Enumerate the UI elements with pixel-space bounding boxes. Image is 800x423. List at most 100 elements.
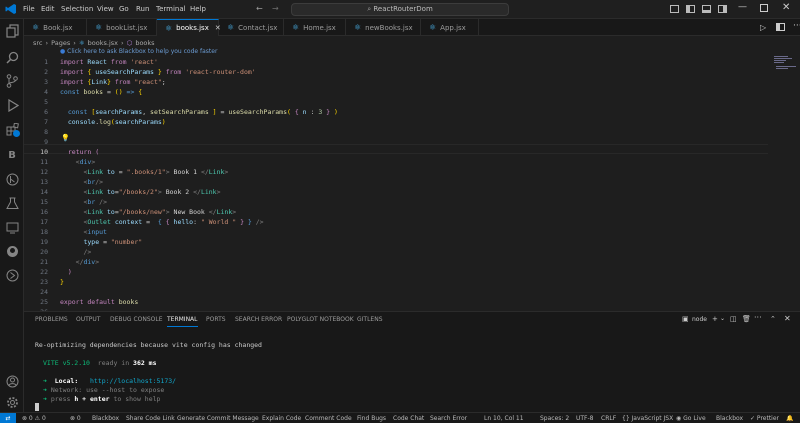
tab-book[interactable]: ⚛ Book.jsx xyxy=(24,19,87,36)
remote-explorer-icon[interactable] xyxy=(4,219,20,235)
line-number: 9 xyxy=(44,138,48,146)
code-line: ) xyxy=(60,268,72,276)
explorer-icon[interactable] xyxy=(4,23,20,39)
menu-terminal[interactable]: Terminal xyxy=(156,0,186,19)
panel-toggle-icon[interactable] xyxy=(702,5,711,13)
testing-icon[interactable] xyxy=(4,195,20,211)
status-errors[interactable]: ⊗ 0 ⚠ 0 xyxy=(22,413,46,423)
line-number: 23 xyxy=(40,278,48,286)
split-editor-icon[interactable] xyxy=(776,23,785,31)
menu-selection[interactable]: Selection xyxy=(61,0,93,19)
status-search-error[interactable]: Search Error xyxy=(430,413,467,423)
status-code-chat[interactable]: Code Chat xyxy=(393,413,424,423)
panel-tab-polyglot-notebook[interactable]: POLYGLOT NOTEBOOK xyxy=(287,316,354,323)
panel-tab-debug-console[interactable]: DEBUG CONSOLE xyxy=(110,316,163,323)
breadcrumb-pages[interactable]: Pages xyxy=(51,39,70,47)
run-code-icon[interactable]: ▷ xyxy=(760,23,766,32)
code-line: /> xyxy=(83,248,92,256)
remote-indicator-icon[interactable]: ⇄ xyxy=(0,413,16,423)
live-share-icon[interactable] xyxy=(4,267,20,283)
search-icon[interactable] xyxy=(4,49,20,65)
layout-toggle-icon[interactable] xyxy=(670,5,679,13)
lightbulb-icon[interactable]: 💡 xyxy=(61,134,70,142)
account-icon[interactable] xyxy=(4,373,20,389)
menu-run[interactable]: Run xyxy=(136,0,149,19)
forward-arrow-icon[interactable]: → xyxy=(272,4,279,13)
code-line: <Link to="/books/new"> New Book </Link> xyxy=(83,208,237,216)
panel-tab-search-error[interactable]: SEARCH ERROR xyxy=(235,316,282,323)
status-ports[interactable]: ⊗ 0 xyxy=(70,413,81,423)
blackbox-icon[interactable]: B xyxy=(4,147,20,163)
breadcrumb-file[interactable]: books.jsx xyxy=(88,39,118,47)
menu-go[interactable]: Go xyxy=(119,0,129,19)
line-number: 24 xyxy=(40,288,48,296)
panel-tab-ports[interactable]: PORTS xyxy=(206,316,226,323)
tab-app[interactable]: ⚛ App.jsx xyxy=(421,19,479,36)
status-prettier[interactable]: ✓ Prettier xyxy=(750,413,779,423)
command-center-search[interactable]: ⌕ ReactRouterDom xyxy=(291,3,509,16)
status-generate-commit[interactable]: Generate Commit Message xyxy=(177,413,259,423)
run-debug-icon[interactable] xyxy=(4,97,20,113)
status-language-mode[interactable]: {} JavaScript JSX xyxy=(622,413,673,423)
local-url-link[interactable]: http://localhost:5173/ xyxy=(90,377,176,385)
menu-help[interactable]: Help xyxy=(190,0,206,19)
menu-file[interactable]: File xyxy=(23,0,35,19)
back-arrow-icon[interactable]: ← xyxy=(256,4,263,13)
react-file-icon: ⚛ xyxy=(354,23,362,32)
close-window-icon[interactable]: ✕ xyxy=(782,2,790,13)
more-actions-icon[interactable]: ··· xyxy=(793,21,800,31)
status-go-live[interactable]: ◉ Go Live xyxy=(676,413,706,423)
status-line-ending[interactable]: CRLF xyxy=(601,413,616,423)
status-comment-code[interactable]: Comment Code xyxy=(305,413,352,423)
secondary-sidebar-icon[interactable] xyxy=(718,5,727,13)
status-blackbox-right[interactable]: Blackbox xyxy=(716,413,743,423)
tab-booklist[interactable]: ⚛ bookList.jsx xyxy=(87,19,157,36)
blackbox-hint[interactable]: ● Click here to ask Blackbox to help you… xyxy=(60,48,217,55)
panel-tab-output[interactable]: OUTPUT xyxy=(76,316,100,323)
minimap[interactable] xyxy=(768,48,800,310)
tab-label: bookList.jsx xyxy=(106,23,148,32)
status-blackbox[interactable]: Blackbox xyxy=(92,413,119,423)
code-line: <input xyxy=(83,228,107,236)
tab-newbooks[interactable]: ⚛ newBooks.jsx xyxy=(346,19,421,36)
source-control-icon[interactable] xyxy=(4,73,20,89)
breadcrumb-symbol[interactable]: books xyxy=(135,39,154,47)
maximize-panel-icon[interactable]: ⌃ xyxy=(770,315,776,323)
tab-home[interactable]: ⚛ Home.jsx xyxy=(284,19,346,36)
notifications-bell-icon[interactable]: 🔔 xyxy=(786,413,793,423)
more-actions-icon[interactable]: ··· xyxy=(754,313,762,322)
tab-books[interactable]: ⚛ books.jsx ✕ xyxy=(157,19,221,36)
panel-tab-problems[interactable]: PROBLEMS xyxy=(35,316,68,323)
menu-edit[interactable]: Edit xyxy=(41,0,55,19)
react-file-icon: ⚛ xyxy=(95,23,103,32)
code-line: <br /> xyxy=(83,198,107,206)
line-number: 15 xyxy=(40,198,48,206)
sidebar-toggle-icon[interactable] xyxy=(686,5,695,13)
terminal-shell-name[interactable]: node xyxy=(692,316,707,323)
panel-tab-terminal[interactable]: TERMINAL xyxy=(167,316,198,327)
terminal-cursor xyxy=(35,403,39,411)
tab-contact[interactable]: ⚛ Contact.jsx xyxy=(219,19,284,36)
timeline-icon[interactable] xyxy=(4,171,20,187)
trash-icon[interactable]: 🗑 xyxy=(742,315,751,323)
status-indentation[interactable]: Spaces: 2 xyxy=(540,413,569,423)
minimize-icon[interactable]: — xyxy=(738,2,747,12)
status-share-code-link[interactable]: Share Code Link xyxy=(126,413,175,423)
panel-tab-gitlens[interactable]: GITLENS xyxy=(357,316,383,323)
github-icon[interactable] xyxy=(4,243,20,259)
close-panel-icon[interactable]: ✕ xyxy=(784,314,791,323)
status-explain-code[interactable]: Explain Code xyxy=(262,413,301,423)
menu-view[interactable]: View xyxy=(97,0,114,19)
chevron-down-icon[interactable]: ⌄ xyxy=(720,315,725,322)
status-find-bugs[interactable]: Find Bugs xyxy=(357,413,386,423)
extensions-icon[interactable] xyxy=(4,121,20,137)
new-terminal-icon[interactable]: + xyxy=(712,315,718,323)
status-cursor-position[interactable]: Ln 10, Col 11 xyxy=(484,413,524,423)
breadcrumb-src[interactable]: src xyxy=(33,39,43,47)
settings-gear-icon[interactable] xyxy=(4,394,20,410)
split-terminal-icon[interactable]: ◫ xyxy=(730,315,737,323)
status-bar: ⇄ ⊗ 0 ⚠ 0 ⊗ 0 Blackbox Share Code Link G… xyxy=(0,412,800,423)
maximize-icon[interactable] xyxy=(760,4,768,12)
status-encoding[interactable]: UTF-8 xyxy=(576,413,594,423)
ready-ms: 362 ms xyxy=(133,359,157,367)
